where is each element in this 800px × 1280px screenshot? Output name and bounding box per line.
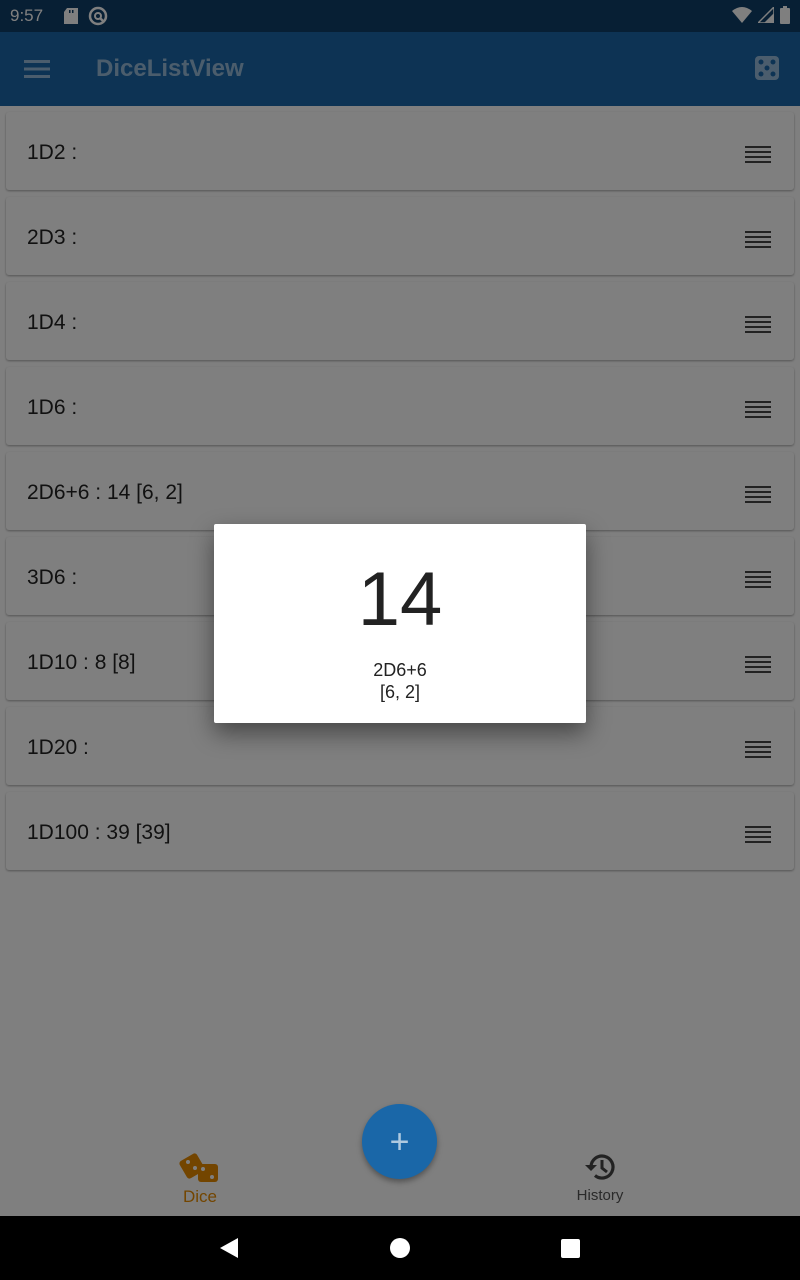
- roll-result-dialog[interactable]: 14 2D6+6 [6, 2]: [214, 524, 586, 723]
- add-dice-button[interactable]: +: [362, 1104, 437, 1179]
- system-nav-bar: [0, 1216, 800, 1280]
- home-icon[interactable]: [389, 1236, 411, 1260]
- recents-icon[interactable]: [560, 1236, 582, 1260]
- plus-icon: +: [389, 1122, 410, 1161]
- roll-expression: 2D6+6: [373, 660, 427, 680]
- roll-total: 14: [357, 557, 443, 642]
- roll-values: [6, 2]: [379, 682, 421, 702]
- back-icon[interactable]: [218, 1236, 240, 1260]
